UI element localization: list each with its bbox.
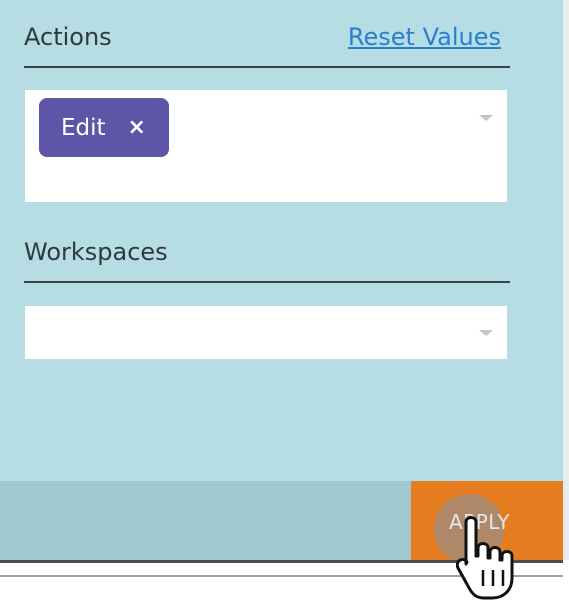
filter-panel: Actions Reset Values Edit × Workspaces xyxy=(0,0,563,560)
actions-multiselect[interactable]: Edit × xyxy=(25,90,507,202)
chevron-down-icon[interactable] xyxy=(479,115,493,121)
workspaces-divider xyxy=(24,281,510,283)
tag-label: Edit xyxy=(61,114,106,141)
panel-scroll-edge xyxy=(563,0,569,560)
workspaces-select[interactable] xyxy=(25,306,507,359)
selected-tag-edit: Edit × xyxy=(39,98,169,157)
actions-divider xyxy=(24,66,510,68)
panel-bottom-border xyxy=(0,560,563,563)
tag-remove-icon[interactable]: × xyxy=(128,115,146,140)
workspaces-label: Workspaces xyxy=(24,238,168,266)
chevron-down-icon[interactable] xyxy=(479,330,493,336)
apply-button-label[interactable]: APPLY xyxy=(449,510,510,534)
reset-values-link[interactable]: Reset Values xyxy=(348,23,501,51)
actions-label: Actions xyxy=(24,23,112,51)
page-divider xyxy=(0,575,563,577)
